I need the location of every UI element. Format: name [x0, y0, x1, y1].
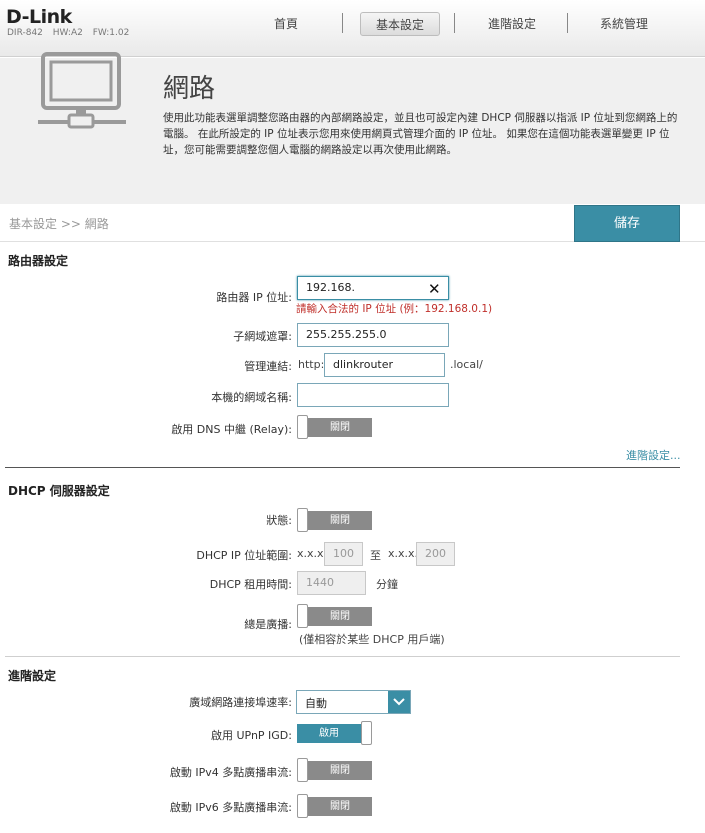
- toggle-state: 關閉: [308, 761, 372, 780]
- dhcp-lease-label: DHCP 租用時間:: [209, 578, 292, 591]
- advanced-settings-link[interactable]: 進階設定...: [626, 447, 681, 463]
- wan-speed-label: 廣域網路連接埠速率:: [189, 696, 292, 709]
- advanced-settings-title: 進階設定: [8, 669, 57, 683]
- local-domain-input[interactable]: [297, 383, 449, 407]
- local-domain-label: 本機的網域名稱:: [211, 391, 292, 404]
- ipv6-multicast-label: 啟動 IPv6 多點廣播串流:: [169, 801, 292, 814]
- toggle-knob[interactable]: [297, 604, 308, 628]
- page-description: 使用此功能表選單調整您路由器的內部網路設定，並且也可設定內建 DHCP 伺服器以…: [163, 112, 678, 156]
- router-settings-title: 路由器設定: [8, 254, 69, 268]
- mgmt-link-suffix: .local/: [450, 358, 483, 371]
- dlink-logo: D-Link: [6, 6, 72, 28]
- always-broadcast-toggle[interactable]: 關閉: [297, 604, 373, 628]
- toggle-state: 關閉: [308, 418, 372, 437]
- router-ip-input[interactable]: 192.168.: [297, 276, 449, 300]
- nav-separator: [454, 13, 455, 33]
- section-divider: [5, 467, 680, 468]
- toggle-state: 關閉: [308, 797, 372, 816]
- toggle-knob[interactable]: [297, 415, 308, 439]
- toggle-knob[interactable]: [297, 794, 308, 818]
- always-broadcast-label: 總是廣播:: [244, 618, 292, 631]
- breadcrumb: 基本設定 >> 網路: [9, 217, 109, 231]
- dns-relay-toggle[interactable]: 關閉: [297, 415, 373, 439]
- nav-separator: [567, 13, 568, 33]
- ipv6-multicast-toggle[interactable]: 關閉: [297, 794, 373, 818]
- nav-system-management[interactable]: 系統管理: [584, 12, 664, 36]
- mgmt-link-label: 管理連結:: [244, 360, 292, 373]
- clear-input-icon[interactable]: ✕: [428, 280, 441, 298]
- top-header: D-Link DIR-842 HW:A2 FW:1.02 首頁 基本設定 進階設…: [0, 0, 705, 57]
- nav-basic-settings[interactable]: 基本設定: [360, 12, 440, 36]
- dhcp-settings-title: DHCP 伺服器設定: [8, 484, 110, 498]
- upnp-toggle[interactable]: 啟用: [297, 721, 373, 745]
- nav-separator: [342, 13, 343, 33]
- wan-speed-value: 自動: [305, 697, 327, 710]
- dhcp-range-to: 至: [370, 549, 381, 562]
- device-info: DIR-842 HW:A2 FW:1.02: [7, 28, 136, 38]
- toggle-knob[interactable]: [297, 508, 308, 532]
- toggle-knob[interactable]: [297, 758, 308, 782]
- dhcp-range-end-input[interactable]: 200: [416, 542, 455, 566]
- dns-relay-label: 啟用 DNS 中繼 (Relay):: [171, 423, 292, 436]
- model-name: DIR-842: [7, 28, 43, 38]
- wan-speed-select[interactable]: 自動: [296, 690, 411, 714]
- dhcp-range-label: DHCP IP 位址範圍:: [196, 549, 292, 562]
- upnp-label: 啟用 UPnP IGD:: [210, 729, 292, 742]
- ipv4-multicast-toggle[interactable]: 關閉: [297, 758, 373, 782]
- toggle-knob[interactable]: [361, 721, 372, 745]
- ipv4-multicast-label: 啟動 IPv4 多點廣播串流:: [169, 766, 292, 779]
- dhcp-range-end-prefix: x.x.x.: [388, 547, 419, 560]
- dhcp-range-start-prefix: x.x.x.: [297, 547, 328, 560]
- dhcp-status-label: 狀態:: [266, 514, 292, 527]
- router-ip-label: 路由器 IP 位址:: [216, 291, 292, 304]
- page-title: 網路: [163, 74, 216, 104]
- ip-error-message: 請輸入合法的 IP 位址 (例：192.168.0.1): [296, 303, 493, 315]
- nav-advanced-settings[interactable]: 進階設定: [472, 12, 552, 36]
- subnet-mask-input[interactable]: 255.255.255.0: [297, 323, 449, 347]
- section-divider: [5, 656, 680, 657]
- mgmt-link-input[interactable]: dlinkrouter: [324, 353, 445, 377]
- toggle-state: 關閉: [308, 511, 372, 530]
- dhcp-range-start-input[interactable]: 100: [324, 542, 363, 566]
- chevron-down-icon[interactable]: [388, 691, 410, 713]
- hw-version: HW:A2: [52, 28, 83, 38]
- save-button[interactable]: 儲存: [574, 205, 680, 242]
- dhcp-lease-input[interactable]: 1440: [297, 571, 366, 595]
- subnet-mask-label: 子網域遮罩:: [233, 330, 292, 343]
- broadcast-note: (僅相容於某些 DHCP 用戶端): [299, 633, 445, 646]
- nav-home[interactable]: 首頁: [253, 12, 319, 36]
- toggle-state: 啟用: [297, 724, 361, 743]
- fw-version: FW:1.02: [92, 28, 130, 38]
- toggle-state: 關閉: [308, 607, 372, 626]
- dhcp-lease-unit: 分鐘: [376, 578, 398, 591]
- network-computer-icon: [38, 52, 126, 129]
- dhcp-status-toggle[interactable]: 關閉: [297, 508, 373, 532]
